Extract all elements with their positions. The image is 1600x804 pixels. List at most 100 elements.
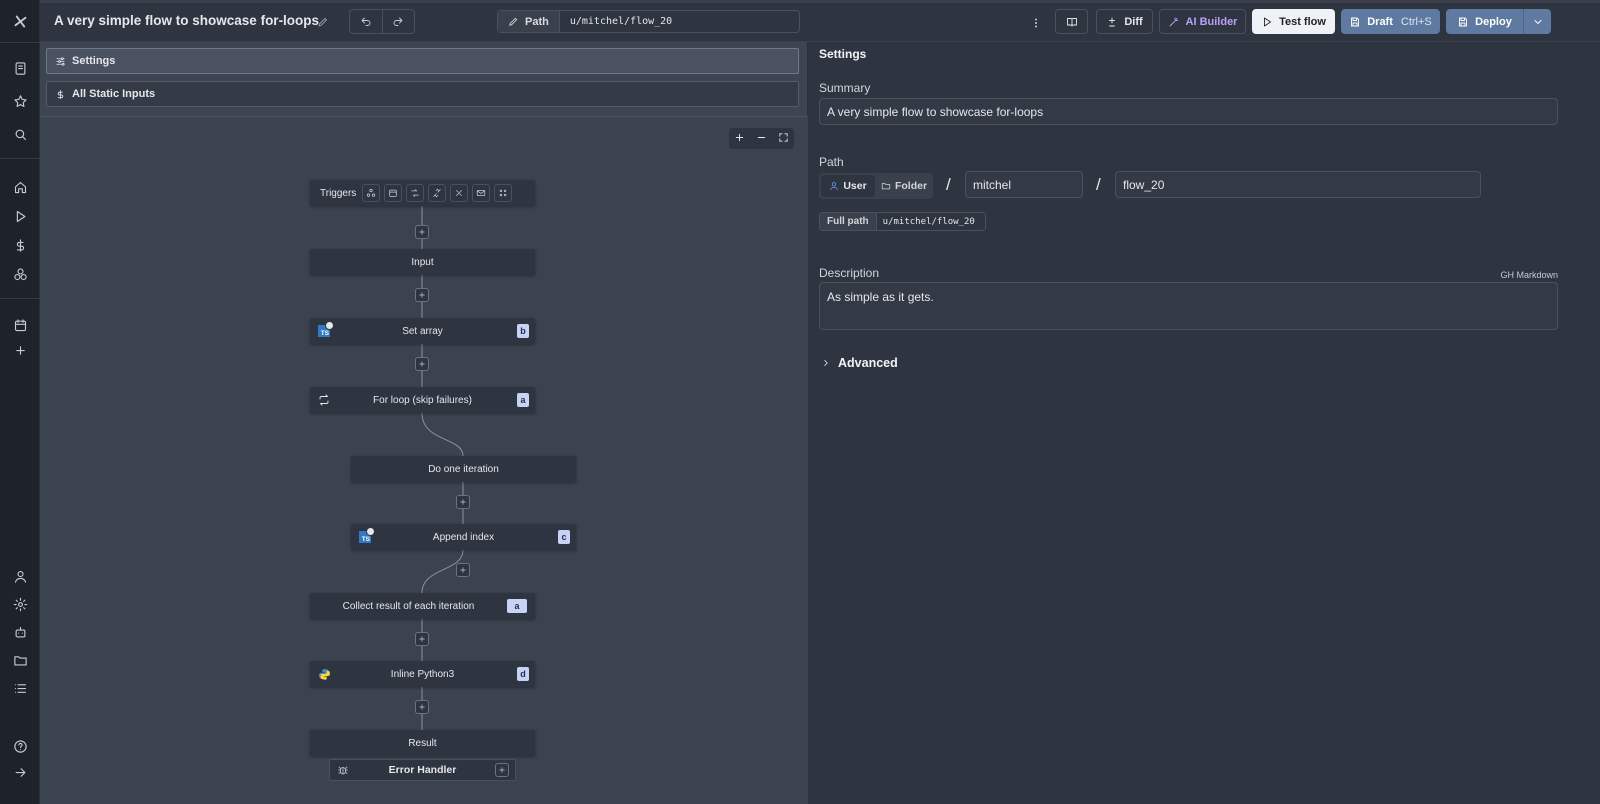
insert-step-button[interactable]: [415, 288, 429, 302]
settings-panel: Settings Summary A very simple flow to s…: [809, 42, 1600, 804]
home-icon[interactable]: [10, 177, 30, 197]
docs-button[interactable]: [1055, 9, 1088, 34]
route-icon[interactable]: [406, 184, 424, 202]
description-textarea[interactable]: As simple as it gets.: [819, 282, 1558, 330]
full-path: Full path u/mitchel/flow_20: [819, 212, 986, 231]
rail-divider: [0, 298, 40, 299]
advanced-toggle[interactable]: Advanced: [821, 356, 898, 370]
play-icon: [1264, 17, 1272, 26]
append-index-node[interactable]: TS Append index c: [351, 524, 576, 550]
diff-icon: [1109, 17, 1116, 26]
owner-folder-option[interactable]: Folder: [877, 175, 931, 197]
insert-step-button[interactable]: [415, 632, 429, 646]
result-node[interactable]: Result: [310, 730, 535, 756]
error-handler-node[interactable]: Error Handler: [329, 759, 516, 781]
test-flow-button[interactable]: Test flow: [1252, 9, 1335, 34]
ai-builder-button[interactable]: AI Builder: [1159, 9, 1246, 34]
plus-icon: [419, 361, 425, 367]
scripts-icon[interactable]: [10, 58, 30, 78]
path-separator: /: [946, 175, 951, 194]
chevron-down-icon: [1534, 19, 1541, 24]
bot-icon[interactable]: [10, 622, 30, 642]
deploy-button-group: Deploy: [1446, 9, 1551, 34]
trigger-icons: [362, 184, 512, 202]
rail-divider: [0, 42, 40, 43]
mail-icon[interactable]: [472, 184, 490, 202]
add-icon[interactable]: [10, 340, 30, 360]
triggers-node[interactable]: Triggers: [310, 180, 535, 206]
insert-step-button[interactable]: [415, 225, 429, 239]
deploy-dropdown-button[interactable]: [1523, 9, 1551, 34]
calendar-icon[interactable]: [384, 184, 402, 202]
input-node[interactable]: Input: [310, 249, 535, 275]
windmill-logo-icon[interactable]: [10, 11, 30, 31]
summary-label: Summary: [819, 81, 871, 95]
step-id-badge: b: [517, 324, 529, 338]
fit-view-icon[interactable]: [778, 130, 789, 148]
flow-editor: A very simple flow to showcase for-loops…: [0, 0, 1600, 804]
more-triggers-icon[interactable]: [494, 184, 512, 202]
settings-tab[interactable]: Settings: [46, 48, 799, 74]
for-loop-node[interactable]: For loop (skip failures) a: [310, 387, 535, 413]
plug-icon[interactable]: [428, 184, 446, 202]
plus-icon: [419, 229, 425, 235]
kafka-icon[interactable]: [450, 184, 468, 202]
chevron-right-icon: [824, 360, 828, 366]
variables-icon[interactable]: [10, 235, 30, 255]
path-label: Path: [819, 155, 844, 169]
step-id-badge: c: [558, 530, 570, 544]
list-icon[interactable]: [10, 678, 30, 698]
undo-icon: [361, 17, 371, 26]
plus-icon: [460, 567, 466, 573]
zoom-out-icon[interactable]: [756, 130, 767, 148]
draft-shortcut: Ctrl+S: [1400, 15, 1432, 28]
owner-user-option[interactable]: User: [821, 175, 875, 197]
insert-step-button[interactable]: [415, 357, 429, 371]
zoom-in-icon[interactable]: [734, 130, 745, 148]
collect-result-node[interactable]: Collect result of each iteration a: [310, 593, 535, 619]
undo-button[interactable]: [350, 10, 382, 33]
star-icon[interactable]: [10, 91, 30, 111]
summary-input[interactable]: A very simple flow to showcase for-loops: [819, 98, 1558, 125]
path-display[interactable]: Path u/mitchel/flow_20: [497, 10, 800, 33]
settings-title: Settings: [819, 47, 867, 61]
do-one-iteration-node[interactable]: Do one iteration: [351, 456, 576, 482]
folder-icon[interactable]: [10, 650, 30, 670]
runs-icon[interactable]: [10, 206, 30, 226]
draft-button[interactable]: Draft Ctrl+S: [1341, 9, 1440, 34]
step-id-badge: d: [517, 667, 529, 681]
flow-title[interactable]: A very simple flow to showcase for-loops: [54, 13, 319, 28]
set-array-node[interactable]: TS Set array b: [310, 318, 535, 344]
gear-icon[interactable]: [10, 594, 30, 614]
step-id-badge: a: [517, 393, 529, 407]
redo-button[interactable]: [381, 10, 415, 33]
save-icon: [1351, 17, 1360, 26]
help-icon[interactable]: [10, 736, 30, 756]
undo-redo-group: [349, 9, 415, 34]
search-icon[interactable]: [10, 124, 30, 144]
insert-step-button[interactable]: [456, 563, 470, 577]
webhook-icon[interactable]: [362, 184, 380, 202]
top-bar: A very simple flow to showcase for-loops…: [40, 0, 1600, 42]
user-icon[interactable]: [10, 566, 30, 586]
owner-name-input[interactable]: mitchel: [965, 171, 1083, 198]
more-options-icon[interactable]: [1030, 16, 1042, 34]
redo-icon: [393, 17, 403, 26]
add-error-handler-button[interactable]: [495, 763, 509, 777]
markdown-hint[interactable]: GH Markdown: [1500, 270, 1558, 280]
schedules-icon[interactable]: [10, 315, 30, 335]
full-path-value[interactable]: u/mitchel/flow_20: [877, 217, 985, 227]
static-inputs-tab[interactable]: All Static Inputs: [46, 81, 799, 107]
pencil-icon[interactable]: [317, 15, 329, 33]
deploy-button[interactable]: Deploy: [1446, 9, 1523, 34]
full-path-label: Full path: [820, 213, 877, 230]
insert-step-button[interactable]: [415, 700, 429, 714]
insert-step-button[interactable]: [456, 495, 470, 509]
expand-arrow-icon[interactable]: [10, 762, 30, 782]
flow-name-input[interactable]: flow_20: [1115, 171, 1481, 198]
plus-icon: [419, 704, 425, 710]
resources-icon[interactable]: [10, 264, 30, 284]
inline-python-node[interactable]: Inline Python3 d: [310, 661, 535, 687]
diff-button[interactable]: Diff: [1096, 9, 1153, 34]
bug-icon: [337, 764, 349, 779]
